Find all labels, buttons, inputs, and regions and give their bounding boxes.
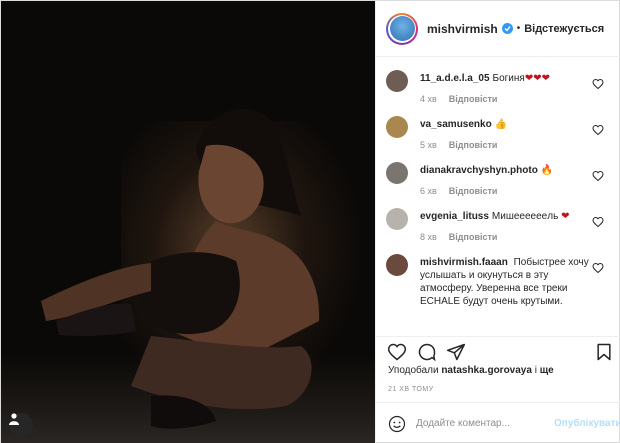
comment-emoji: 👍 [494,119,508,130]
commenter-avatar[interactable] [386,254,408,276]
reply-link[interactable]: Відповісти [449,94,498,104]
comment-input[interactable] [416,418,546,429]
like-comment-heart-icon[interactable] [592,262,604,274]
commenter-avatar[interactable] [386,208,408,230]
add-comment-bar: Опублікувати [376,402,620,443]
comment-username[interactable]: dianakravchyshyn.photo [420,165,538,176]
comment-text: Мишеееееeль [491,211,559,222]
following-button[interactable]: Відстежується [524,23,604,35]
header-separator: • [516,23,521,34]
comment-emoji: ❤❤❤ [524,73,550,84]
comment-age: 8 хв [420,232,437,242]
instagram-post: mishvirmish • Відстежується 11_a.d.e.l.a… [0,0,620,443]
like-comment-heart-icon[interactable] [592,124,604,136]
comment-age: 4 хв [420,94,437,104]
like-comment-heart-icon[interactable] [592,216,604,228]
tagged-users-button[interactable] [9,413,33,437]
comment-item: mishvirmish.faaan Побыстрее хочу услышат… [376,242,620,308]
share-paper-plane-icon[interactable] [446,342,466,362]
comment-age: 6 хв [420,186,437,196]
likes-prefix: Уподобали [388,365,439,376]
commenter-avatar[interactable] [386,116,408,138]
publish-button[interactable]: Опублікувати [554,418,620,429]
reply-link[interactable]: Відповісти [449,140,498,150]
comment-bubble-icon[interactable] [417,342,437,362]
post-photo[interactable] [1,1,375,443]
reply-link[interactable]: Відповісти [449,186,498,196]
comment-text: Богиня [492,73,525,84]
comment-username[interactable]: va_samusenko [420,119,492,130]
comment-username[interactable]: evgenia_lituss [420,211,489,222]
comment-age: 5 хв [420,140,437,150]
comment-item: va_samusenko 👍 5 хв Відповісти [376,104,620,150]
author-username[interactable]: mishvirmish [427,22,498,36]
likes-more-link[interactable]: ще [540,365,554,376]
commenter-avatar[interactable] [386,162,408,184]
comment-item: dianakravchyshyn.photo 🔥 6 хв Відповісти [376,150,620,196]
post-side-panel: mishvirmish • Відстежується 11_a.d.e.l.a… [375,1,620,443]
comment-username[interactable]: 11_a.d.e.l.a_05 [420,73,490,84]
like-comment-heart-icon[interactable] [592,78,604,90]
comment-emoji: 🔥 [540,165,554,176]
like-comment-heart-icon[interactable] [592,170,604,182]
post-actions [376,336,620,366]
commenter-avatar[interactable] [386,70,408,92]
comment-item: 11_a.d.e.l.a_05 Богиня❤❤❤ 4 хв Відповісти [376,58,620,104]
verified-badge-icon [501,23,513,34]
comment-emoji: ❤ [561,211,570,222]
comments-list: 11_a.d.e.l.a_05 Богиня❤❤❤ 4 хв Відповісти … [376,58,620,336]
save-bookmark-icon[interactable] [594,342,614,362]
post-timestamp[interactable]: 21 ХВ ТОМУ [388,386,434,393]
emoji-smiley-icon[interactable] [388,415,406,433]
photo-figure [41,108,320,429]
likes-summary: Уподобали natashka.gorovaya і ще [388,365,554,376]
liker-username[interactable]: natashka.gorovaya [441,365,532,376]
author-avatar[interactable] [386,12,418,45]
reply-link[interactable]: Відповісти [449,232,498,242]
user-icon [9,413,19,425]
like-heart-icon[interactable] [387,342,407,362]
comment-item: evgenia_lituss Мишеееееeль ❤ 8 хв Відповіс… [376,196,620,242]
post-header: mishvirmish • Відстежується [376,1,620,57]
likes-connector: і [534,365,537,376]
comment-username[interactable]: mishvirmish.faaan [420,257,508,268]
